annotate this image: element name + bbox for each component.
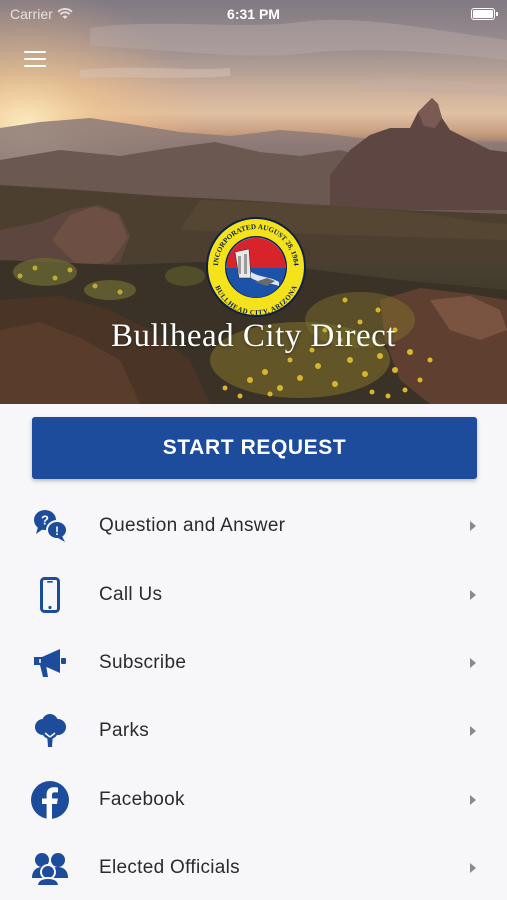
people-icon — [30, 848, 70, 888]
menu-item-label: Facebook — [99, 788, 185, 810]
chevron-right-icon — [470, 794, 476, 805]
menu-item-facebook[interactable]: Facebook — [0, 766, 507, 834]
start-request-button[interactable]: START REQUEST — [32, 417, 477, 479]
menu-item-call-us[interactable]: Call Us — [0, 560, 507, 628]
menu-list: ? ! Question and Answer Call Us Subscrib… — [0, 492, 507, 900]
chevron-right-icon — [470, 726, 476, 737]
app-title: Bullhead City Direct — [111, 318, 396, 354]
status-time: 6:31 PM — [227, 6, 280, 22]
svg-text:!: ! — [55, 524, 59, 538]
start-request-label: START REQUEST — [162, 436, 347, 459]
chevron-right-icon — [470, 863, 476, 874]
menu-item-question-and-answer[interactable]: ? ! Question and Answer — [0, 492, 507, 560]
menu-item-subscribe[interactable]: Subscribe — [0, 629, 507, 697]
menu-item-label: Parks — [99, 720, 150, 742]
battery-icon — [471, 8, 498, 20]
menu-item-parks[interactable]: Parks — [0, 697, 507, 765]
chevron-right-icon — [470, 657, 476, 668]
hero-banner: Carrier 6:31 PM INCORPORATED AUGUST 28, … — [0, 0, 507, 404]
question-answer-icon: ? ! — [30, 506, 70, 546]
menu-item-label: Call Us — [99, 583, 163, 605]
status-bar: Carrier 6:31 PM — [0, 0, 507, 28]
hamburger-menu-icon[interactable] — [24, 51, 46, 67]
menu-item-elected-officials[interactable]: Elected Officials — [0, 834, 507, 900]
chevron-right-icon — [470, 589, 476, 600]
svg-text:?: ? — [41, 513, 49, 528]
menu-item-label: Elected Officials — [99, 857, 240, 879]
city-seal-logo: INCORPORATED AUGUST 28, 1984 BULLHEAD CI… — [206, 217, 306, 317]
megaphone-icon — [30, 643, 70, 683]
tree-icon — [30, 711, 70, 751]
chevron-right-icon — [470, 521, 476, 532]
menu-item-label: Subscribe — [99, 651, 187, 673]
menu-item-label: Question and Answer — [99, 515, 286, 537]
phone-icon — [30, 575, 70, 615]
facebook-icon — [30, 780, 70, 820]
